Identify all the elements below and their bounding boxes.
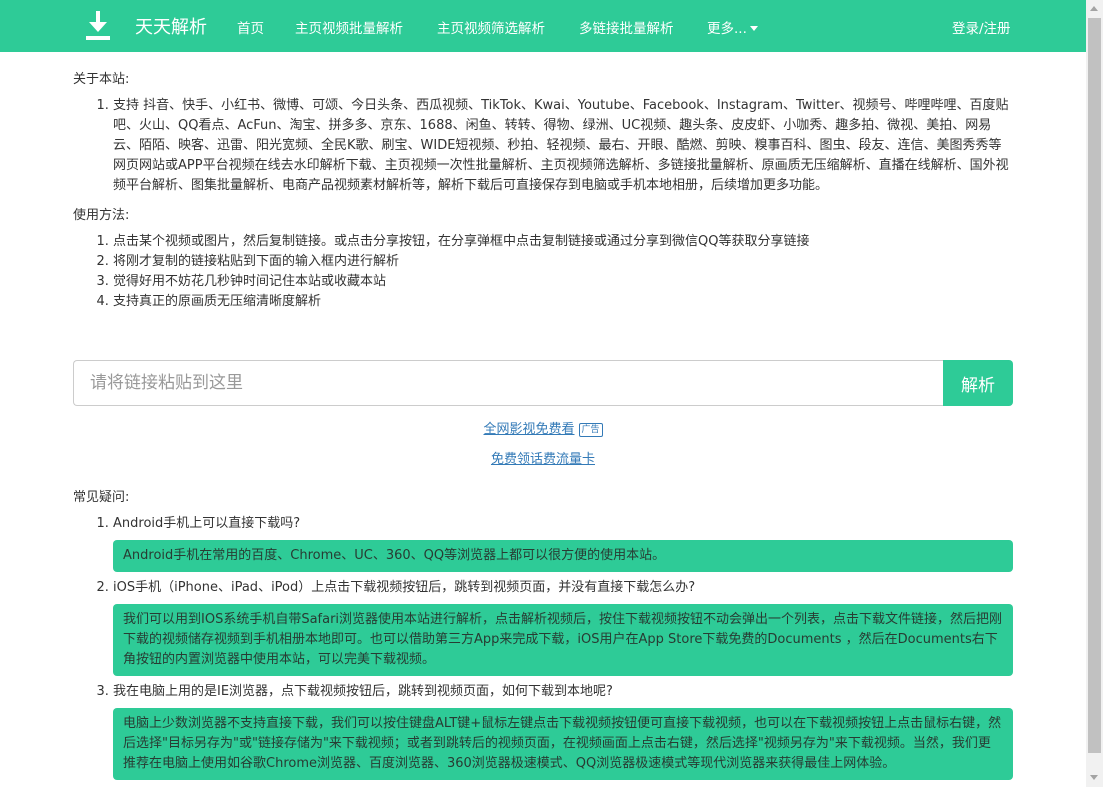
faq-item: iOS手机（iPhone、iPad、iPod）上点击下载视频按钮后，跳转到视频页… [113, 578, 1013, 676]
about-item: 支持 抖音、快手、小红书、微博、可颂、今日头条、西瓜视频、TikTok、Kwai… [113, 96, 1013, 196]
free-data-card-link[interactable]: 免费领话费流量卡 [491, 452, 595, 467]
faq-answer: 我们可以用到IOS系统手机自带Safari浏览器使用本站进行解析，点击解析视频后… [113, 604, 1013, 676]
faq-answer: Android手机在常用的百度、Chrome、UC、360、QQ等浏览器上都可以… [113, 540, 1013, 572]
about-title: 关于本站: [73, 72, 130, 87]
navbar: 天天解析 首页 主页视频批量解析 主页视频筛选解析 多链接批量解析 更多... … [0, 0, 1086, 52]
faq-title: 常见疑问: [73, 490, 130, 505]
faq-section: 常见疑问: Android手机上可以直接下载吗? Android手机在常用的百度… [73, 486, 1013, 786]
parse-button[interactable]: 解析 [943, 360, 1013, 406]
parse-form: 解析 [73, 360, 1013, 406]
nav-multi-link[interactable]: 多链接批量解析 [579, 17, 674, 37]
download-icon[interactable] [84, 11, 112, 41]
login-register-link[interactable]: 登录/注册 [952, 17, 1011, 37]
usage-item: 觉得好用不妨花几秒钟时间记住本站或收藏本站 [113, 272, 1013, 292]
ad-badge: 广告 [578, 423, 603, 437]
link-input[interactable] [73, 360, 944, 406]
faq-answer: 电脑上少数浏览器不支持直接下载，我们可以按住键盘ALT键+鼠标左键点击下载视频按… [113, 708, 1013, 780]
usage-item: 将刚才复制的链接粘贴到下面的输入框内进行解析 [113, 252, 1013, 272]
chevron-down-icon [749, 26, 758, 31]
faq-question: 我在电脑上用的是IE浏览器，点下载视频按钮后，跳转到视频页面，如何下载到本地呢? [113, 684, 613, 699]
free-movies-ad-link[interactable]: 全网影视免费看 [483, 422, 574, 437]
nav-more-label: 更多... [707, 21, 747, 37]
scroll-up-icon[interactable] [1090, 6, 1098, 11]
usage-item: 支持真正的原画质无压缩清晰度解析 [113, 292, 1013, 312]
usage-title: 使用方法: [73, 208, 130, 223]
faq-list: Android手机上可以直接下载吗? Android手机在常用的百度、Chrom… [73, 514, 1013, 780]
intro-section: 关于本站: 支持 抖音、快手、小红书、微博、可颂、今日头条、西瓜视频、TikTo… [73, 68, 1013, 320]
scrollbar-thumb[interactable] [1088, 18, 1101, 753]
about-list: 支持 抖音、快手、小红书、微博、可颂、今日头条、西瓜视频、TikTok、Kwai… [73, 96, 1013, 196]
usage-list: 点击某个视频或图片，然后复制链接。或点击分享按钮，在分享弹框中点击复制链接或通过… [73, 232, 1013, 312]
card-row: 免费领话费流量卡 [0, 448, 1086, 467]
nav-profile-filter[interactable]: 主页视频筛选解析 [437, 17, 545, 37]
ad-row: 全网影视免费看 广告 [0, 418, 1086, 437]
faq-question: iOS手机（iPhone、iPad、iPod）上点击下载视频按钮后，跳转到视频页… [113, 580, 696, 595]
faq-question: Android手机上可以直接下载吗? [113, 516, 301, 531]
brand-name[interactable]: 天天解析 [135, 13, 207, 39]
usage-item: 点击某个视频或图片，然后复制链接。或点击分享按钮，在分享弹框中点击复制链接或通过… [113, 232, 1013, 252]
nav-profile-batch[interactable]: 主页视频批量解析 [295, 17, 403, 37]
nav-home[interactable]: 首页 [237, 17, 264, 37]
faq-item: Android手机上可以直接下载吗? Android手机在常用的百度、Chrom… [113, 514, 1013, 572]
scroll-down-icon[interactable] [1090, 775, 1098, 780]
nav-more-dropdown[interactable]: 更多... [707, 17, 758, 37]
faq-item: 我在电脑上用的是IE浏览器，点下载视频按钮后，跳转到视频页面，如何下载到本地呢?… [113, 682, 1013, 780]
